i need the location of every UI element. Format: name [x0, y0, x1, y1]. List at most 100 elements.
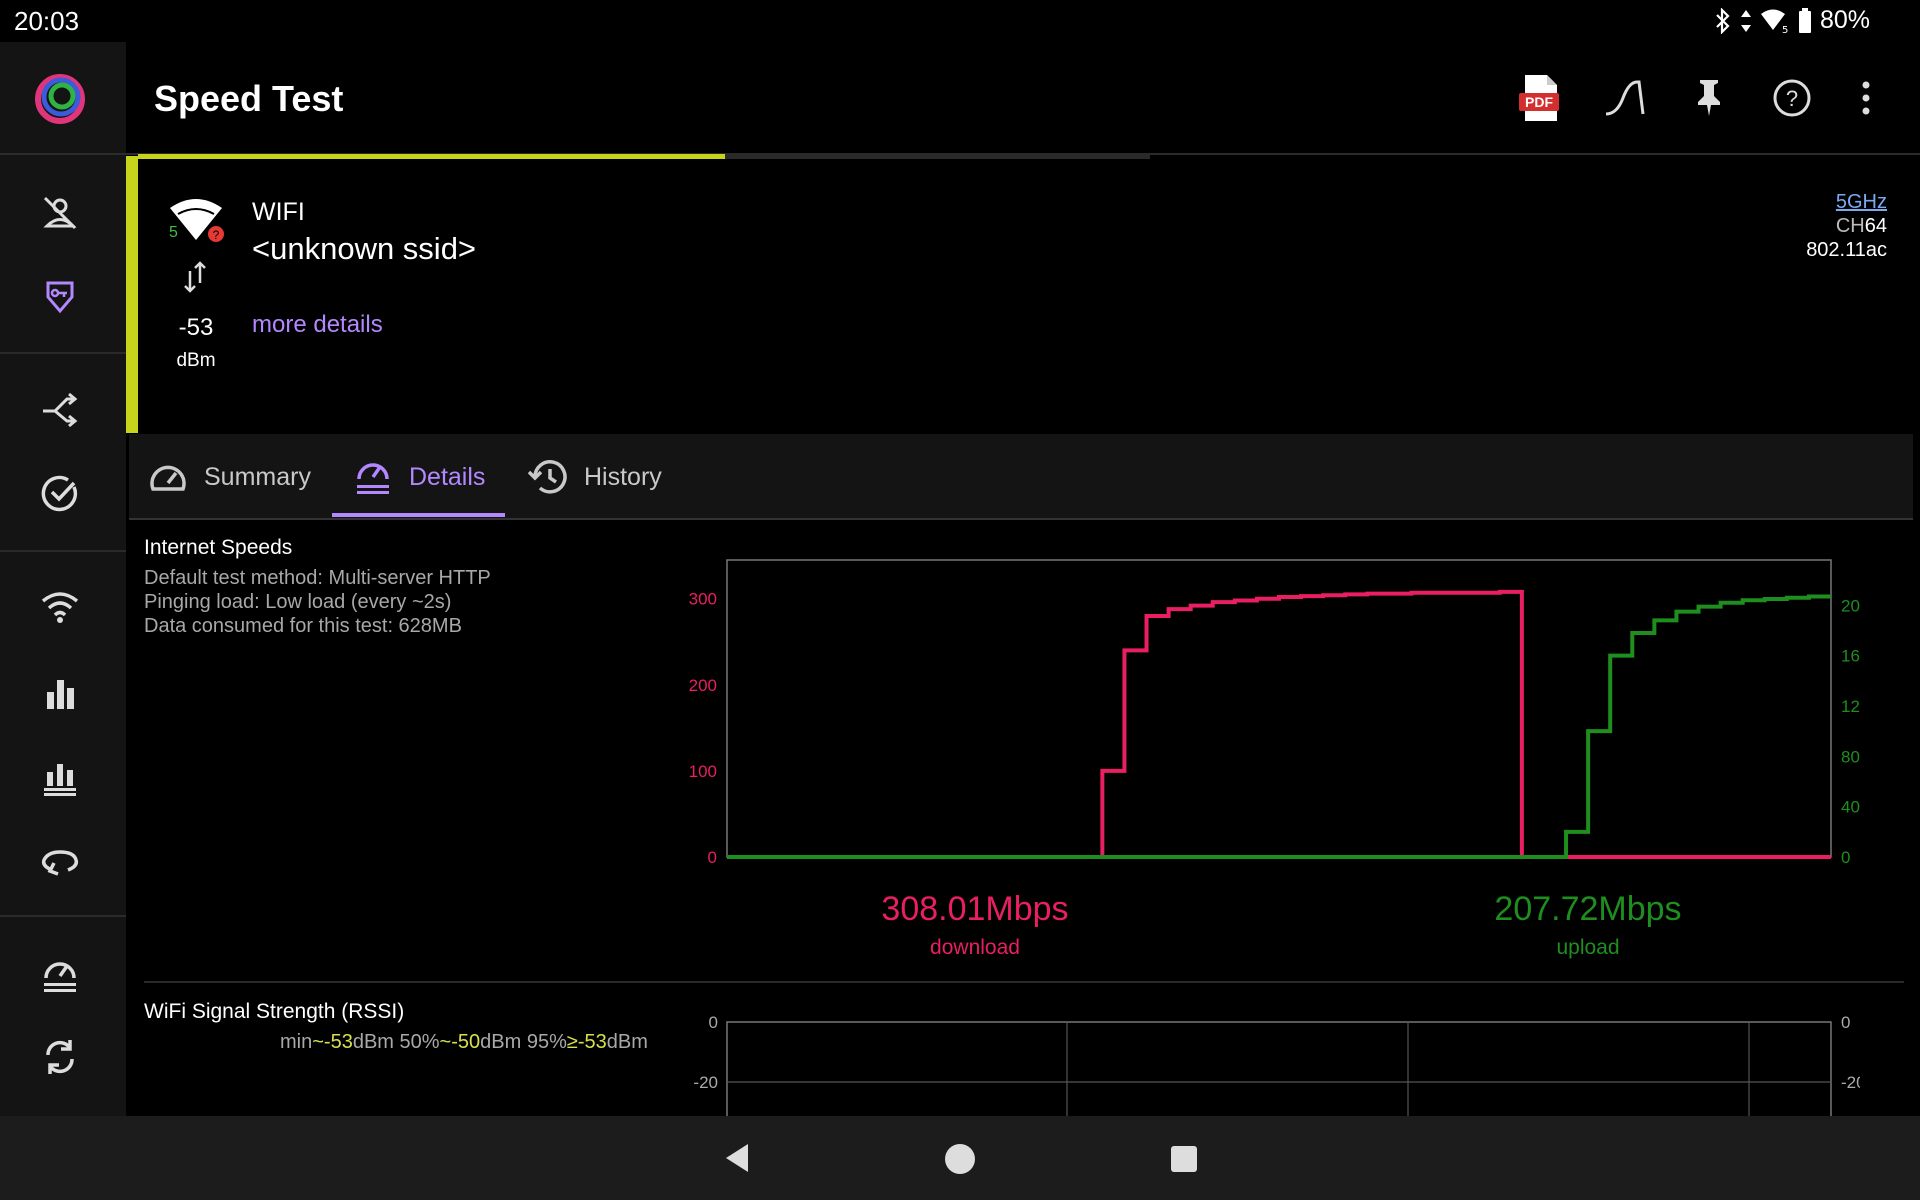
network-ssid: <unknown ssid> [252, 231, 477, 266]
status-bar [0, 0, 1920, 42]
tab-details[interactable]: Details [353, 450, 485, 504]
badge-key-icon[interactable] [33, 270, 87, 324]
tabs-divider [129, 518, 1913, 520]
transfer-arrows-icon [182, 261, 208, 293]
rssi-stat-value: ≥-53 [566, 1031, 607, 1053]
right-axis-tick-label: 160 [1841, 647, 1860, 666]
accent-bar [126, 156, 138, 433]
rssi-right-tick: -20 [1841, 1073, 1860, 1092]
right-axis-tick-label: 40 [1841, 798, 1860, 817]
status-icons: 5 80% [1714, 6, 1870, 35]
test-method: Default test method: Multi-server HTTP [144, 567, 491, 589]
network-card [126, 156, 1920, 433]
tab-label: Summary [204, 462, 311, 491]
speed-chart: 0 100 200 300 0 40 80 120 160 200 [689, 559, 1860, 865]
rssi-stat-value: ~-50 [439, 1031, 481, 1053]
upload-speed: 207.72Mbps [1494, 890, 1682, 928]
rssi-title: WiFi Signal Strength (RSSI) [144, 1000, 405, 1023]
svg-text:5: 5 [1782, 25, 1788, 34]
rssi-stats: min~-53dBm 50%~-50dBm 95%≥-53dBm [280, 1031, 648, 1054]
home-button[interactable] [944, 1143, 976, 1175]
test-progress-track [138, 154, 1150, 159]
route-icon[interactable] [33, 382, 87, 436]
radio-info: 5GHz CH64 802.11ac [1700, 190, 1887, 262]
right-axis-tick-label: 200 [1841, 596, 1860, 615]
wifi-standard: 802.11ac [1806, 239, 1887, 261]
right-axis: 0 40 80 120 160 200 [1841, 596, 1860, 865]
test-info: Default test method: Multi-server HTTP P… [144, 566, 491, 638]
download-series-line [727, 589, 1831, 859]
rssi-left-tick: -20 [693, 1073, 718, 1092]
rssi-stat-text: dBm 50% [352, 1031, 440, 1053]
check-circle-icon[interactable] [33, 466, 87, 520]
history-icon [527, 460, 567, 494]
plot-frame [726, 559, 1832, 858]
test-progress-fill [138, 154, 725, 159]
speedometer-icon[interactable] [33, 948, 87, 1002]
tab-label: Details [409, 462, 486, 491]
back-button[interactable] [722, 1142, 752, 1174]
more-vert-icon[interactable] [1840, 72, 1892, 124]
recents-button[interactable] [1170, 1145, 1198, 1173]
battery-icon [1798, 7, 1811, 33]
upload-series-line [727, 594, 1831, 859]
upload-label: upload [1556, 936, 1620, 959]
rssi-plot-frame [726, 1021, 1832, 1116]
rail-divider [0, 550, 126, 552]
rssi-left-tick: 0 [709, 1013, 718, 1032]
right-axis-tick-label: 0 [1841, 848, 1850, 865]
rail-divider [0, 352, 126, 354]
left-axis-tick-label: 100 [689, 762, 717, 781]
cast-back-icon[interactable] [33, 836, 87, 890]
wifi-icon[interactable] [33, 580, 87, 634]
wifi-5g-icon: 5 [1760, 9, 1788, 34]
tab-summary[interactable]: Summary [148, 450, 311, 504]
page-title: Speed Test [154, 78, 344, 119]
bar-chart-stacked-icon[interactable] [33, 752, 87, 806]
data-consumed: Data consumed for this test: 628MB [144, 615, 462, 637]
app-logo-icon[interactable] [31, 70, 89, 128]
speedometer-icon [150, 465, 186, 491]
status-time: 20:03 [14, 6, 80, 36]
sync-icon[interactable] [33, 1030, 87, 1084]
rssi-chart: 0 -20 0 -20 [693, 1013, 1860, 1116]
signal-value: -53 [178, 314, 214, 341]
band-link[interactable]: 5GHz [1700, 190, 1887, 214]
channel-info: CH64 [1700, 214, 1887, 238]
rssi-stat-value: ~-53 [312, 1031, 353, 1053]
internet-speeds-title: Internet Speeds [144, 536, 293, 559]
svg-text:?: ? [213, 228, 220, 242]
section-divider [144, 981, 1904, 983]
tab-label: History [584, 462, 662, 491]
band-badge: 5 [169, 224, 178, 241]
data-arrows-icon [1740, 9, 1751, 32]
right-axis-tick-label: 120 [1841, 697, 1860, 716]
bar-chart-icon[interactable] [33, 666, 87, 720]
left-axis-tick-label: 200 [689, 676, 717, 695]
more-details-link[interactable]: more details [252, 311, 383, 339]
pinging-load: Pinging load: Low load (every ~2s) [144, 591, 452, 613]
pin-icon[interactable] [1683, 72, 1735, 124]
help-label: ? [1786, 86, 1798, 111]
battery-percent: 80% [1819, 6, 1870, 34]
left-axis-tick-label: 0 [708, 848, 717, 865]
rssi-stat-text: min [280, 1031, 313, 1053]
channel-number: 64 [1864, 215, 1887, 237]
right-axis-tick-label: 80 [1841, 747, 1860, 766]
rssi-stat-text: dBm [606, 1031, 648, 1053]
curve-icon[interactable] [1600, 72, 1652, 124]
rssi-stat-text: dBm 95% [480, 1031, 567, 1053]
help-icon[interactable]: ? [1766, 72, 1818, 124]
network-type: WIFI [252, 198, 305, 226]
channel-prefix: CH [1835, 215, 1865, 237]
tab-history[interactable]: History [526, 450, 662, 504]
pdf-icon[interactable]: PDF [1514, 72, 1566, 124]
tab-indicator [332, 513, 505, 517]
left-axis: 0 100 200 300 [689, 590, 717, 865]
bluetooth-icon [1716, 7, 1730, 34]
speedometer-lines-icon [357, 463, 389, 494]
pdf-label: PDF [1525, 94, 1553, 110]
left-axis-tick-label: 300 [689, 590, 717, 609]
download-label: download [930, 936, 1020, 959]
person-off-icon[interactable] [33, 186, 87, 240]
